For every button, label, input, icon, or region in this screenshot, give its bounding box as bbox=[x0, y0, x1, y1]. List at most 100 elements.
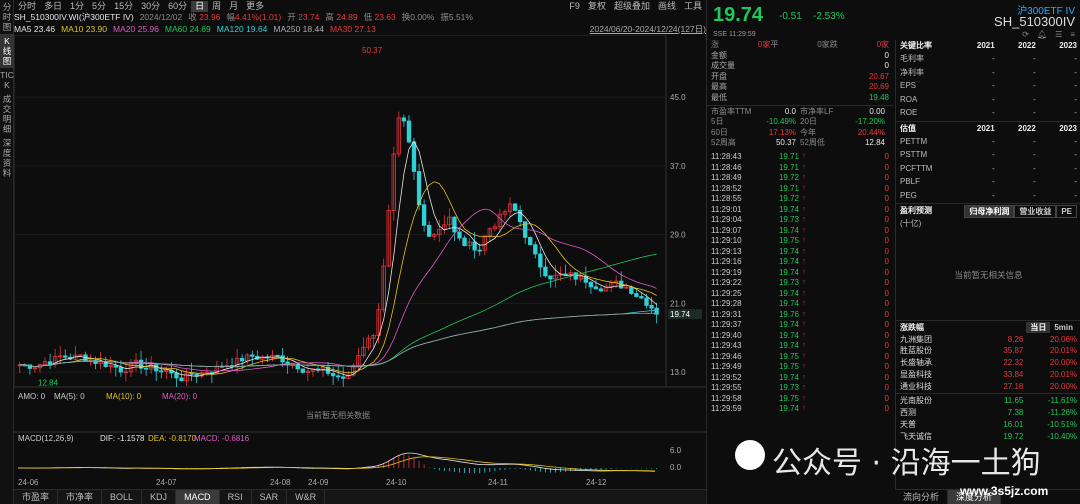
period-1min[interactable]: 1分 bbox=[66, 1, 88, 12]
rail-tick[interactable]: TICK bbox=[0, 68, 14, 92]
tick-list[interactable]: 11:28:43 19.71 ↑ 0 11:28:46 19.71 ↑ 0 11:28:49 19… bbox=[707, 152, 893, 415]
forecast-tab[interactable]: 营业收益 bbox=[1014, 204, 1057, 218]
tick-volume: 0 bbox=[884, 173, 889, 182]
rail-kline[interactable]: K线图 bbox=[0, 34, 14, 68]
period-60min[interactable]: 60分 bbox=[164, 1, 191, 12]
gainer-row[interactable]: 九洲集团 8.26 20.06% bbox=[896, 334, 1080, 346]
movers-tab[interactable]: 5min bbox=[1050, 322, 1077, 333]
forecast-tab[interactable]: PE bbox=[1056, 204, 1077, 218]
period-30min[interactable]: 30分 bbox=[137, 1, 164, 12]
rail-timeshare[interactable]: 分时图 bbox=[0, 0, 14, 34]
loser-row[interactable]: 光南股份 11.65 -11.61% bbox=[896, 395, 1080, 407]
tick-volume: 0 bbox=[884, 341, 889, 350]
overlay-button[interactable]: 超级叠加 bbox=[610, 1, 654, 12]
macd-axis-top: 6.0 bbox=[670, 446, 682, 455]
tick-time: 11:29:04 bbox=[711, 215, 742, 224]
tick-price: 19.73 bbox=[778, 383, 799, 392]
gainer-row[interactable]: 通业科技 27.18 20.00% bbox=[896, 381, 1080, 393]
quote-label: 52周低 bbox=[800, 138, 825, 148]
bell-icon[interactable]: 🔔︎ bbox=[1037, 30, 1047, 39]
tick-volume: 0 bbox=[884, 288, 889, 298]
tick-price: 19.74 bbox=[778, 320, 799, 329]
macd-axis-zero: 0.0 bbox=[670, 463, 682, 472]
gainer-row[interactable]: 显盈科技 33.84 20.01% bbox=[896, 369, 1080, 381]
period-multiday[interactable]: 多日 bbox=[40, 1, 66, 12]
breadth-cell: 0家 bbox=[876, 40, 890, 49]
rail-trades[interactable]: 成交明细 bbox=[0, 92, 14, 136]
period-5min[interactable]: 5分 bbox=[88, 1, 110, 12]
ma-value: 23.46 bbox=[33, 24, 56, 34]
tick-price: 19.74 bbox=[778, 257, 799, 266]
tick-row: 11:29:04 19.73 ↑ 0 bbox=[707, 215, 893, 226]
candle-body bbox=[300, 368, 305, 373]
period-timeshare[interactable]: 分时 bbox=[14, 1, 40, 12]
tick-row: 11:29:55 19.73 ↑ 0 bbox=[707, 383, 893, 394]
kline-svg[interactable]: 45.0 37.0 29.0 21.0 13.0 50.37 12.84 19.74 AMO: … bbox=[13, 34, 706, 489]
indicator-tab[interactable]: SAR bbox=[252, 490, 288, 504]
candle-body bbox=[239, 357, 245, 362]
movers-tabs: 当日 5min bbox=[970, 321, 1077, 334]
refresh-icon[interactable]: ⟳ bbox=[1022, 30, 1029, 39]
indicator-tab[interactable]: BOLL bbox=[102, 490, 143, 504]
indicator-tab[interactable]: KDJ bbox=[142, 490, 177, 504]
candle-body bbox=[406, 120, 412, 143]
up-arrow-icon: ↑ bbox=[802, 394, 806, 402]
candle-body bbox=[649, 305, 654, 309]
fund-value: - bbox=[992, 94, 995, 104]
loser-row[interactable]: 天普 16.01 -10.51% bbox=[896, 419, 1080, 431]
quote-label: 最低 bbox=[711, 92, 727, 102]
indicator-tab[interactable]: W&R bbox=[287, 490, 326, 504]
indicator-tab[interactable]: 市净率 bbox=[58, 490, 103, 504]
tab-flow-analysis[interactable]: 流向分析 bbox=[895, 490, 949, 504]
ma-value: 27.13 bbox=[354, 24, 376, 34]
menu-icon[interactable]: ≡ bbox=[1070, 30, 1075, 39]
period-toolbar: 分时 多日 1分 5分 15分 30分 60分 日 周 月 更多 F9 复权 超… bbox=[14, 0, 706, 12]
list-icon[interactable]: ☰ bbox=[1055, 30, 1062, 39]
x-tick-label: 24-07 bbox=[156, 478, 177, 487]
tick-price: 19.73 bbox=[778, 215, 799, 224]
gainer-row[interactable]: 长盛轴承 22.32 20.00% bbox=[896, 357, 1080, 369]
tick-price: 19.74 bbox=[778, 330, 799, 340]
stock-price: 35.87 bbox=[1003, 346, 1024, 356]
indicator-tab[interactable]: MACD bbox=[176, 490, 220, 504]
tools-button[interactable]: 工具 bbox=[680, 1, 706, 12]
loser-row[interactable]: 西测 7.38 -11.26% bbox=[896, 407, 1080, 419]
rail-depth[interactable]: 深度资料 bbox=[0, 136, 14, 180]
quote-value: 12.84 bbox=[864, 138, 885, 148]
tick-volume: 0 bbox=[884, 383, 889, 392]
f9-button[interactable]: F9 bbox=[565, 1, 584, 12]
ma-value: 25.96 bbox=[137, 24, 159, 34]
tick-volume: 0 bbox=[884, 225, 889, 235]
fund-value: - bbox=[1074, 190, 1077, 200]
movers-tab[interactable]: 当日 bbox=[1026, 321, 1051, 333]
stock-name: 光南股份 bbox=[900, 396, 932, 406]
up-arrow-icon: ↑ bbox=[802, 405, 806, 412]
draw-button[interactable]: 画线 bbox=[654, 1, 680, 12]
ma-line bbox=[19, 253, 657, 368]
quote-value: -17.20% bbox=[855, 117, 885, 127]
indicator-tab[interactable]: 市盈率 bbox=[14, 490, 59, 504]
section-title: 估值 bbox=[900, 123, 916, 133]
candle-body bbox=[588, 281, 594, 288]
indicator-tab[interactable]: RSI bbox=[220, 490, 252, 504]
adjust-button[interactable]: 复权 bbox=[584, 1, 610, 12]
fund-label: PSTTM bbox=[900, 150, 928, 159]
period-day[interactable]: 日 bbox=[191, 0, 209, 12]
period-month[interactable]: 月 bbox=[225, 1, 242, 12]
tick-time: 11:29:10 bbox=[711, 236, 742, 245]
period-week[interactable]: 周 bbox=[208, 1, 225, 12]
ma-item: MA10 23.90 bbox=[61, 24, 107, 35]
gainer-row[interactable]: 胜蓝股份 35.87 20.01% bbox=[896, 345, 1080, 357]
period-more[interactable]: 更多 bbox=[242, 1, 268, 12]
fund-value: - bbox=[1033, 108, 1036, 117]
candles bbox=[17, 111, 659, 388]
period-15min[interactable]: 15分 bbox=[110, 1, 137, 12]
candle-body bbox=[401, 117, 407, 122]
kline-chart[interactable]: 45.0 37.0 29.0 21.0 13.0 50.37 12.84 19.74 AMO: … bbox=[13, 34, 706, 504]
forecast-tab[interactable]: 归母净利润 bbox=[964, 204, 1015, 218]
candle-body bbox=[159, 370, 164, 373]
tick-volume: 0 bbox=[884, 393, 889, 403]
stock-name: 通业科技 bbox=[900, 381, 932, 391]
fund-label: 毛利率 bbox=[900, 54, 924, 63]
site-watermark: www.3s5jz.com bbox=[960, 484, 1049, 498]
